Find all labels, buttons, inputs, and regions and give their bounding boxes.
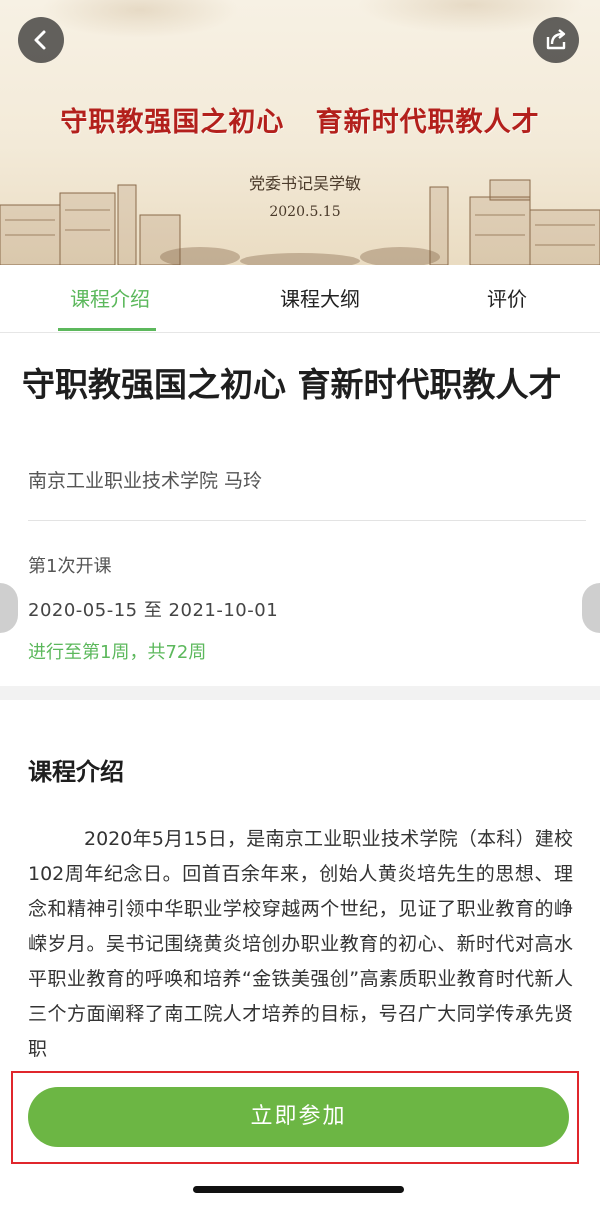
home-indicator[interactable]: [193, 1186, 404, 1193]
course-title: 守职教强国之初心 育新时代职教人才: [22, 365, 562, 404]
session-label: 第1次开课: [28, 556, 112, 577]
left-edge-handle[interactable]: [0, 583, 18, 633]
highlight-annotation-box: [11, 1071, 579, 1164]
tab-reviews[interactable]: 评价: [480, 265, 534, 333]
share-button[interactable]: [533, 17, 579, 63]
course-date-range: 2020-05-15 至 2021-10-01: [28, 600, 279, 621]
course-tabs: 课程介绍 课程大纲 评价: [0, 265, 600, 333]
active-tab-underline: [58, 328, 156, 331]
intro-body: 2020年5月15日，是南京工业职业技术学院（本科）建校102周年纪念日。回首百…: [28, 828, 573, 1060]
chevron-left-icon: [34, 30, 46, 50]
intro-heading: 课程介绍: [28, 758, 124, 786]
course-institution-teacher: 南京工业职业技术学院 马玲: [28, 470, 263, 492]
course-progress: 进行至第1周，共72周: [28, 642, 207, 663]
banner-clouds: [0, 0, 600, 80]
course-banner: 守职教强国之初心 育新时代职教人才 党委书记吴学敏 2020.5.15: [0, 0, 600, 265]
divider: [28, 520, 586, 521]
back-button[interactable]: [18, 17, 64, 63]
share-icon: [546, 29, 566, 50]
campus-buildings-illustration: [0, 179, 600, 265]
section-separator: [0, 686, 600, 700]
tab-course-intro[interactable]: 课程介绍: [58, 265, 162, 333]
banner-title: 守职教强国之初心 育新时代职教人才: [60, 107, 540, 138]
tab-course-outline[interactable]: 课程大纲: [268, 265, 372, 333]
right-edge-handle[interactable]: [582, 583, 600, 633]
